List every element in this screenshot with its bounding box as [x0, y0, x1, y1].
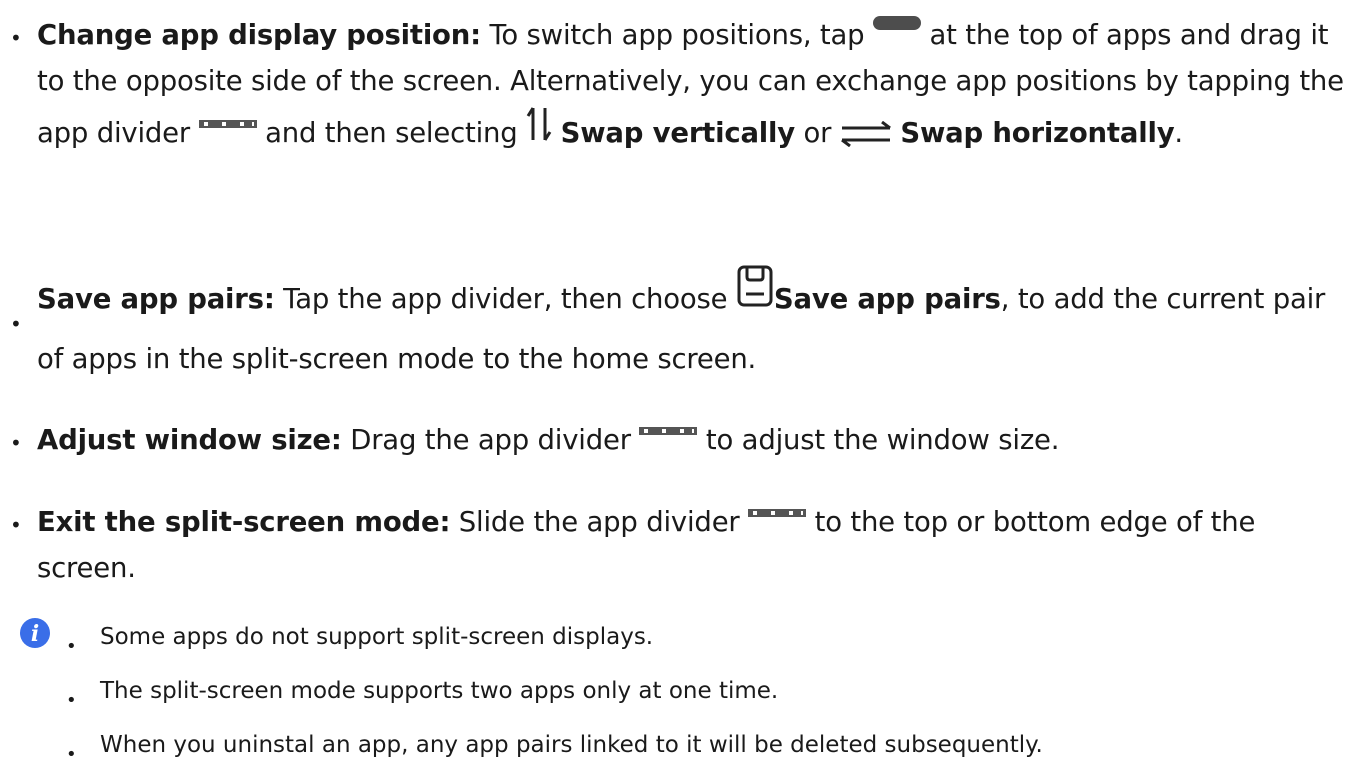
item-title: Save app pairs:	[37, 283, 275, 315]
item-change-app-display-position: Change app display position: To switch a…	[37, 12, 1347, 156]
svg-text:i: i	[31, 621, 39, 647]
handle-bar-icon	[872, 16, 921, 30]
app-divider-icon	[198, 120, 257, 128]
swap-horizontal-icon	[840, 121, 892, 147]
note-item: The split-screen mode supports two apps …	[100, 678, 779, 704]
item-title: Exit the split-screen mode:	[37, 506, 451, 538]
info-icon: i	[19, 617, 51, 653]
item-save-app-pairs: Save app pairs: Tap the app divider, the…	[37, 264, 1347, 389]
bullet-dot: •	[10, 26, 22, 50]
bullet-dot: •	[10, 312, 22, 336]
item-title: Adjust window size:	[37, 424, 342, 456]
bullet-dot: •	[10, 431, 22, 455]
item-adjust-window-size: Adjust window size: Drag the app divider…	[37, 424, 1060, 456]
note-item: When you uninstal an app, any app pairs …	[100, 732, 1043, 758]
app-divider-icon	[639, 427, 698, 435]
note-bullet: •	[66, 636, 77, 657]
swap-vertical-icon	[526, 104, 552, 144]
bullet-dot: •	[10, 513, 22, 537]
app-divider-icon	[748, 509, 807, 517]
save-icon	[736, 264, 774, 308]
note-bullet: •	[66, 744, 77, 765]
item-title: Change app display position:	[37, 19, 481, 51]
note-bullet: •	[66, 690, 77, 711]
item-exit-split-screen: Exit the split-screen mode: Slide the ap…	[37, 506, 1256, 584]
note-item: Some apps do not support split-screen di…	[100, 624, 654, 650]
